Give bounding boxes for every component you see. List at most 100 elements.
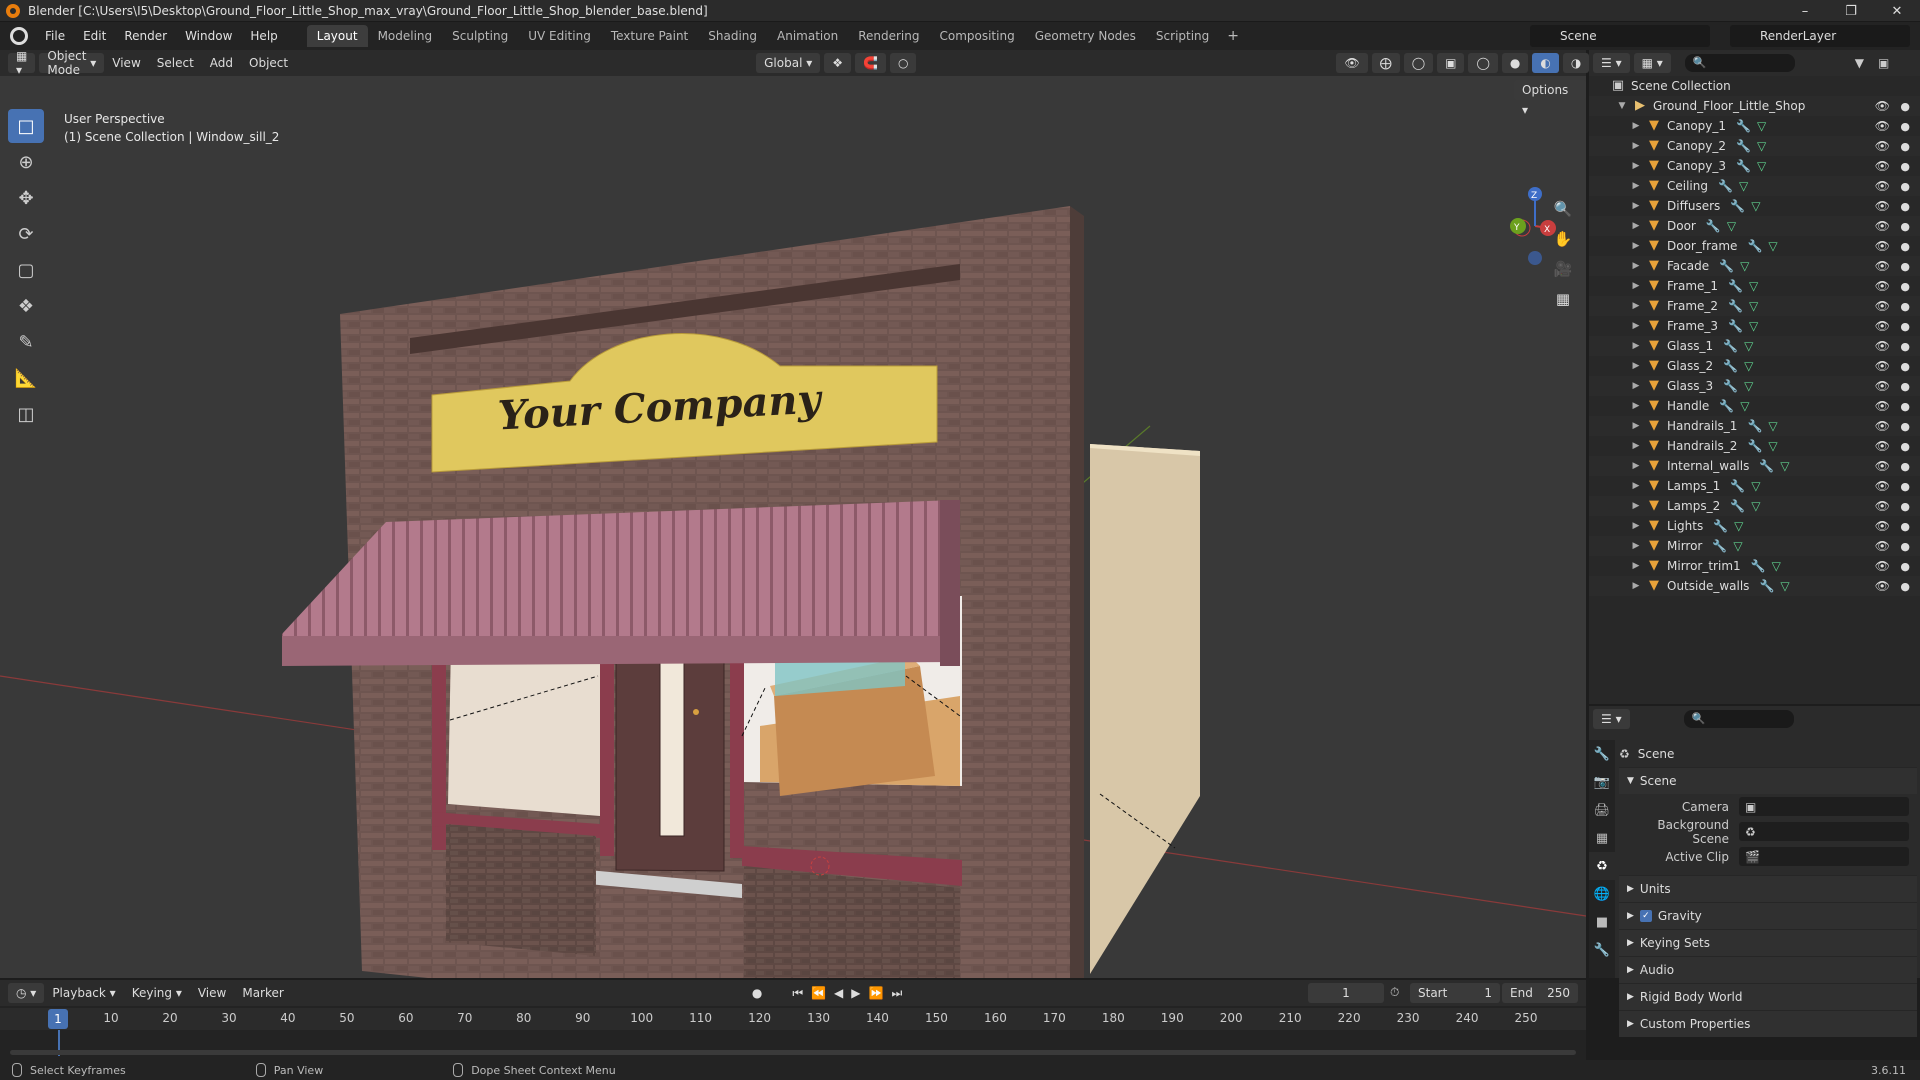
modifier-icon[interactable]: 🔧 — [1719, 399, 1734, 413]
outliner-row[interactable]: ▶ ▼ Lamps_1 🔧 ▽ 👁 ● — [1589, 476, 1920, 496]
options-dropdown[interactable]: Options ▾ — [1514, 80, 1586, 117]
render-camera-icon[interactable]: ● — [1900, 440, 1910, 453]
modifier-icon[interactable]: 🔧 — [1751, 559, 1766, 573]
proportional-edit-icon[interactable]: ○ — [889, 53, 917, 73]
tab-texture-paint[interactable]: Texture Paint — [601, 25, 698, 47]
mesh-data-icon[interactable]: ▽ — [1780, 579, 1789, 593]
mesh-data-icon[interactable]: ▽ — [1734, 519, 1743, 533]
mesh-data-icon[interactable]: ▽ — [1768, 419, 1777, 433]
eye-icon[interactable]: 👁 — [1875, 259, 1890, 273]
render-camera-icon[interactable]: ● — [1900, 360, 1910, 373]
expand-arrow-icon[interactable]: ▶ — [1629, 401, 1643, 411]
scene-panel-header[interactable]: ▼ Scene — [1619, 767, 1917, 794]
select-box-icon[interactable]: □ — [8, 109, 44, 143]
outliner-row[interactable]: ▶ ▼ Canopy_2 🔧 ▽ 👁 ● — [1589, 136, 1920, 156]
render-camera-icon[interactable]: ● — [1900, 560, 1910, 573]
start-frame-field[interactable]: Start 1 — [1410, 983, 1500, 1003]
render-layer-selector[interactable]: RenderLayer — [1730, 25, 1910, 47]
eye-icon[interactable]: 👁 — [1875, 139, 1890, 153]
eye-icon[interactable]: 👁 — [1875, 99, 1890, 113]
render-camera-icon[interactable]: ● — [1900, 420, 1910, 433]
modifier-tab-icon[interactable]: 🔧 — [1589, 936, 1615, 964]
mesh-data-icon[interactable]: ▽ — [1749, 279, 1758, 293]
snap-icon[interactable]: 🧲 — [855, 53, 886, 73]
zoom-icon[interactable]: 🔍 — [1550, 196, 1576, 222]
record-icon[interactable]: ● — [752, 986, 762, 1000]
scene-selector[interactable]: Scene — [1530, 25, 1710, 47]
menu-view[interactable]: View — [104, 56, 148, 70]
render-camera-icon[interactable]: ● — [1900, 240, 1910, 253]
shading-rendered-icon[interactable]: ◑ — [1562, 53, 1590, 73]
modifier-icon[interactable]: 🔧 — [1736, 119, 1751, 133]
object-mode-dropdown[interactable]: Object Mode ▾ — [39, 49, 105, 77]
expand-arrow-icon[interactable]: ▶ — [1629, 181, 1643, 191]
collection-row[interactable]: ▼ ▶ Ground_Floor_Little_Shop 👁 ● — [1589, 96, 1920, 116]
keying-sets-section[interactable]: ▶ Keying Sets — [1619, 929, 1917, 956]
eye-icon[interactable]: 👁 — [1875, 319, 1890, 333]
mesh-data-icon[interactable]: ▽ — [1744, 359, 1753, 373]
render-camera-icon[interactable]: ● — [1900, 500, 1910, 513]
tool-tab-icon[interactable]: 🔧 — [1589, 740, 1615, 768]
outliner-row[interactable]: ▶ ▼ Glass_3 🔧 ▽ 👁 ● — [1589, 376, 1920, 396]
menu-object[interactable]: Object — [241, 56, 296, 70]
mesh-data-icon[interactable]: ▽ — [1751, 199, 1760, 213]
eye-icon[interactable]: 👁 — [1875, 299, 1890, 313]
minimize-icon[interactable]: – — [1782, 0, 1828, 22]
outliner-row[interactable]: ▶ ▼ Internal_walls 🔧 ▽ 👁 ● — [1589, 456, 1920, 476]
outliner-row[interactable]: ▶ ▼ Facade 🔧 ▽ 👁 ● — [1589, 256, 1920, 276]
expand-arrow-icon[interactable]: ▶ — [1629, 361, 1643, 371]
pivot-icon[interactable]: ❖ — [824, 53, 852, 73]
modifier-icon[interactable]: 🔧 — [1728, 279, 1743, 293]
visibility-icon[interactable]: 👁 — [1336, 53, 1368, 73]
outliner-row[interactable]: ▶ ▼ Diffusers 🔧 ▽ 👁 ● — [1589, 196, 1920, 216]
xray-icon[interactable]: ▣ — [1437, 53, 1465, 73]
modifier-icon[interactable]: 🔧 — [1728, 299, 1743, 313]
new-collection-icon[interactable]: ▣ — [1878, 56, 1889, 70]
eye-icon[interactable]: 👁 — [1875, 359, 1890, 373]
outliner-row[interactable]: ▶ ▼ Lights 🔧 ▽ 👁 ● — [1589, 516, 1920, 536]
transform-tool-icon[interactable]: ❖ — [8, 289, 44, 323]
expand-arrow-icon[interactable]: ▶ — [1629, 201, 1643, 211]
gravity-checkbox[interactable]: ✓ — [1639, 910, 1652, 922]
current-frame-field[interactable]: 1 — [1308, 983, 1384, 1003]
mesh-data-icon[interactable]: ▽ — [1757, 159, 1766, 173]
eye-icon[interactable]: 👁 — [1875, 579, 1890, 593]
eye-icon[interactable]: 👁 — [1875, 379, 1890, 393]
render-camera-icon[interactable]: ● — [1900, 200, 1910, 213]
eye-icon[interactable]: 👁 — [1875, 279, 1890, 293]
outliner-row[interactable]: ▶ ▼ Door 🔧 ▽ 👁 ● — [1589, 216, 1920, 236]
expand-arrow-icon[interactable]: ▶ — [1629, 261, 1643, 271]
move-tool-icon[interactable]: ✥ — [8, 181, 44, 215]
modifier-icon[interactable]: 🔧 — [1713, 519, 1728, 533]
eye-icon[interactable]: 👁 — [1875, 239, 1890, 253]
expand-arrow-icon[interactable]: ▶ — [1629, 121, 1643, 131]
mesh-data-icon[interactable]: ▽ — [1751, 499, 1760, 513]
eye-icon[interactable]: 👁 — [1875, 399, 1890, 413]
render-camera-icon[interactable]: ● — [1900, 180, 1910, 193]
object-tab-icon[interactable]: ■ — [1589, 908, 1615, 936]
expand-arrow-icon[interactable]: ▶ — [1629, 521, 1643, 531]
eye-icon[interactable]: 👁 — [1875, 159, 1890, 173]
blender-menu-icon[interactable] — [10, 27, 28, 45]
expand-arrow-icon[interactable]: ▶ — [1629, 321, 1643, 331]
scale-tool-icon[interactable]: ▢ — [8, 253, 44, 287]
eye-icon[interactable]: 👁 — [1875, 479, 1890, 493]
eye-icon[interactable]: 👁 — [1875, 119, 1890, 133]
menu-timeline-view[interactable]: View — [190, 986, 234, 1000]
menu-render[interactable]: Render — [115, 22, 176, 50]
outliner-row[interactable]: ▶ ▼ Handle 🔧 ▽ 👁 ● — [1589, 396, 1920, 416]
modifier-icon[interactable]: 🔧 — [1759, 459, 1774, 473]
eye-icon[interactable]: 👁 — [1875, 199, 1890, 213]
mesh-data-icon[interactable]: ▽ — [1780, 459, 1789, 473]
expand-arrow-icon[interactable]: ▼ — [1615, 101, 1629, 111]
menu-help[interactable]: Help — [241, 22, 286, 50]
add-cube-tool-icon[interactable]: ◫ — [8, 397, 44, 431]
modifier-icon[interactable]: 🔧 — [1736, 159, 1751, 173]
render-camera-icon[interactable]: ● — [1900, 460, 1910, 473]
timeline-editor-icon[interactable]: ◷ ▾ — [8, 983, 45, 1003]
tab-compositing[interactable]: Compositing — [929, 25, 1024, 47]
expand-arrow-icon[interactable]: ▶ — [1629, 381, 1643, 391]
outliner-row[interactable]: ▶ ▼ Frame_3 🔧 ▽ 👁 ● — [1589, 316, 1920, 336]
timer-icon[interactable]: ⏱ — [1390, 985, 1399, 1000]
render-camera-icon[interactable]: ● — [1900, 280, 1910, 293]
